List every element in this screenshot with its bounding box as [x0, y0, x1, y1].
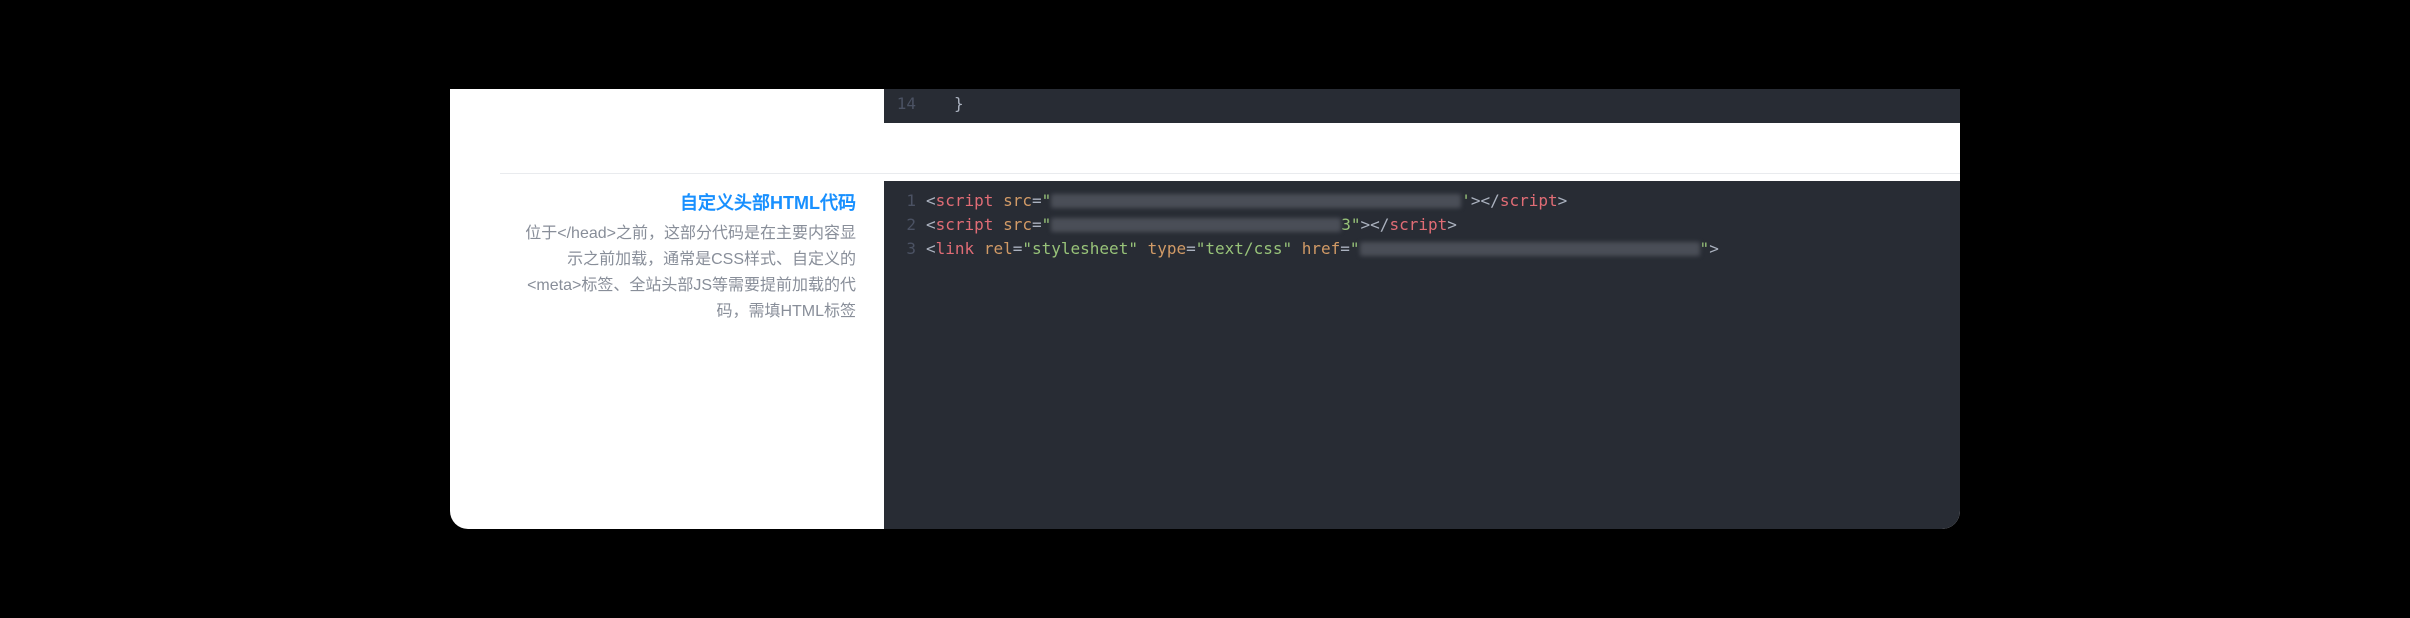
head-html-code-editor[interactable]: 1 <script src="'></script> 2 <script src…: [884, 181, 1960, 529]
code-text: <script src="3"></script>: [916, 213, 1457, 237]
code-line: 3 <link rel="stylesheet" type="text/css"…: [884, 237, 1960, 261]
code-line: 1 <script src="'></script>: [884, 189, 1960, 213]
field-description: 位于</head>之前，这部分代码是在主要内容显示之前加载，通常是CSS样式、自…: [450, 221, 856, 325]
line-number: 1: [886, 189, 916, 213]
redacted-url: [1051, 218, 1341, 232]
horizontal-rule: [500, 173, 1960, 174]
field-label-block: 自定义头部HTML代码 位于</head>之前，这部分代码是在主要内容显示之前加…: [450, 181, 884, 529]
divider-area: [450, 123, 1960, 181]
upper-code-editor[interactable]: 14 }: [884, 89, 1960, 123]
redacted-url: [1360, 242, 1700, 256]
redacted-url: [1051, 194, 1461, 208]
line-number: 3: [886, 237, 916, 261]
main-row: 自定义头部HTML代码 位于</head>之前，这部分代码是在主要内容显示之前加…: [450, 181, 1960, 529]
code-text: <link rel="stylesheet" type="text/css" h…: [916, 237, 1719, 261]
code-line: 2 <script src="3"></script>: [884, 213, 1960, 237]
line-number: 2: [886, 213, 916, 237]
code-line: 14 }: [884, 93, 1960, 115]
settings-card: 14 } 自定义头部HTML代码 位于</head>之前，这部分代码是在主要内容…: [450, 89, 1960, 529]
code-text: }: [916, 93, 964, 115]
field-title: 自定义头部HTML代码: [450, 189, 856, 215]
code-text: <script src="'></script>: [916, 189, 1567, 213]
line-number: 14: [886, 93, 916, 115]
